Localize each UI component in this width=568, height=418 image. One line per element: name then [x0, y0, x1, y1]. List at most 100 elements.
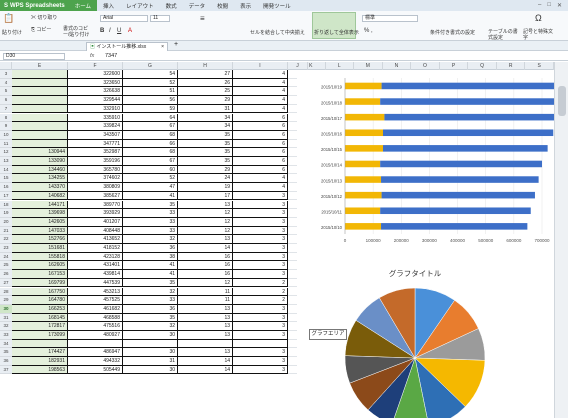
table-cell[interactable]	[178, 339, 233, 349]
row-header[interactable]: 24	[0, 252, 12, 262]
table-cell[interactable]: 147033	[12, 226, 68, 236]
table-cell[interactable]: 139698	[12, 209, 68, 218]
table-cell[interactable]: 14	[178, 365, 233, 375]
row-header[interactable]: 32	[0, 322, 12, 331]
table-cell[interactable]: 130944	[12, 148, 68, 157]
table-cell[interactable]	[12, 130, 68, 140]
table-cell[interactable]: 173099	[12, 331, 68, 340]
table-cell[interactable]: 41	[123, 270, 178, 279]
name-box[interactable]: D30	[3, 53, 65, 60]
table-cell[interactable]: 4	[233, 104, 288, 114]
table-cell[interactable]: 3	[233, 261, 288, 271]
row-header[interactable]: 10	[0, 130, 12, 140]
table-cell[interactable]: 13	[178, 322, 233, 331]
menu-tab[interactable]: 表示	[234, 0, 257, 11]
row-header[interactable]: 21	[0, 226, 12, 236]
table-cell[interactable]: 56	[123, 96, 178, 105]
percent-icon[interactable]: % ,	[364, 28, 373, 34]
close-icon[interactable]: ✕	[557, 2, 562, 9]
table-cell[interactable]: 52	[123, 174, 178, 184]
column-header[interactable]: P	[440, 62, 469, 70]
table-cell[interactable]: 174427	[12, 348, 68, 358]
table-cell[interactable]: 335910	[68, 113, 123, 123]
row-header[interactable]: 37	[0, 365, 12, 375]
row-header[interactable]: 22	[0, 235, 12, 244]
table-cell[interactable]: 162605	[12, 261, 68, 271]
table-cell[interactable]: 13	[178, 235, 233, 244]
table-cell[interactable]: 32	[123, 322, 178, 331]
table-cell[interactable]: 343507	[68, 130, 123, 140]
table-cell[interactable]: 47	[123, 183, 178, 192]
table-cell[interactable]: 2	[233, 278, 288, 288]
table-cell[interactable]: 3	[233, 217, 288, 227]
menu-tab[interactable]: 校閲	[211, 0, 234, 11]
table-cell[interactable]: 385627	[68, 191, 123, 201]
row-header[interactable]: 34	[0, 339, 12, 349]
table-cell[interactable]: 461682	[68, 304, 123, 314]
document-tab[interactable]: ▣ インストール推移.xlsx ×	[86, 42, 168, 51]
table-cell[interactable]: 31	[178, 104, 233, 114]
row-header[interactable]: 5	[0, 87, 12, 97]
row-header[interactable]: 28	[0, 287, 12, 297]
table-cell[interactable]: 35	[178, 130, 233, 140]
formula-input[interactable]: 7347	[105, 53, 117, 59]
table-cell[interactable]: 169799	[12, 278, 68, 288]
table-cell[interactable]: 6	[233, 130, 288, 140]
row-header[interactable]: 31	[0, 313, 12, 323]
table-cell[interactable]: 6	[233, 165, 288, 175]
table-cell[interactable]: 142605	[12, 217, 68, 227]
row-header[interactable]: 27	[0, 278, 12, 288]
table-cell[interactable]	[12, 78, 68, 88]
column-header[interactable]: N	[383, 62, 412, 70]
row-header[interactable]: 16	[0, 183, 12, 192]
table-cell[interactable]: 2	[233, 296, 288, 305]
table-cell[interactable]: 468588	[68, 313, 123, 323]
function-icon[interactable]: fx	[90, 53, 94, 59]
table-cell[interactable]: 413652	[68, 235, 123, 244]
table-cell[interactable]: 30	[123, 331, 178, 340]
table-cell[interactable]: 4	[233, 87, 288, 97]
table-cell[interactable]: 374602	[68, 174, 123, 184]
table-cell[interactable]: 13	[178, 200, 233, 210]
format-copy-button[interactable]: 書式のコピー/貼り付け	[63, 26, 93, 38]
column-header[interactable]: M	[354, 62, 383, 70]
table-cell[interactable]: 35	[123, 278, 178, 288]
row-header[interactable]: 30	[0, 304, 12, 314]
table-cell[interactable]: 418152	[68, 244, 123, 253]
symbols-button[interactable]: 記号と特殊文字	[523, 29, 553, 41]
table-cell[interactable]: 11	[178, 296, 233, 305]
table-cell[interactable]: 359196	[68, 157, 123, 166]
row-header[interactable]: 33	[0, 331, 12, 340]
maximize-icon[interactable]: □	[547, 2, 551, 9]
table-cell[interactable]: 401207	[68, 217, 123, 227]
table-cell[interactable]: 30	[123, 348, 178, 358]
table-cell[interactable]: 389770	[68, 200, 123, 210]
column-header[interactable]: E	[12, 62, 68, 70]
row-header[interactable]: 18	[0, 200, 12, 210]
row-header[interactable]: 9	[0, 122, 12, 131]
minimize-icon[interactable]: –	[538, 2, 541, 9]
copy-button[interactable]: ⎘ コピー	[31, 26, 51, 33]
column-header[interactable]: H	[178, 62, 233, 70]
row-header[interactable]: 6	[0, 96, 12, 105]
table-cell[interactable]: 166253	[12, 304, 68, 314]
table-cell[interactable]: 347771	[68, 139, 123, 149]
omega-icon[interactable]: Ω	[535, 13, 542, 23]
table-cell[interactable]: 144171	[12, 200, 68, 210]
row-header[interactable]: 15	[0, 174, 12, 184]
table-cell[interactable]: 12	[178, 226, 233, 236]
table-cell[interactable]: 3	[233, 348, 288, 358]
table-cell[interactable]: 11	[178, 287, 233, 297]
table-cell[interactable]: 3	[233, 322, 288, 331]
table-cell[interactable]: 3	[233, 226, 288, 236]
table-cell[interactable]: 322600	[68, 70, 123, 79]
table-cell[interactable]: 16	[178, 270, 233, 279]
column-header[interactable]: R	[497, 62, 526, 70]
menu-tab[interactable]: 開発ツール	[257, 0, 297, 11]
table-cell[interactable]: 33	[123, 209, 178, 218]
row-header[interactable]: 35	[0, 348, 12, 358]
table-cell[interactable]: 439814	[68, 270, 123, 279]
row-header[interactable]: 13	[0, 157, 12, 166]
table-cell[interactable]: 4	[233, 70, 288, 79]
table-cell[interactable]: 35	[178, 157, 233, 166]
